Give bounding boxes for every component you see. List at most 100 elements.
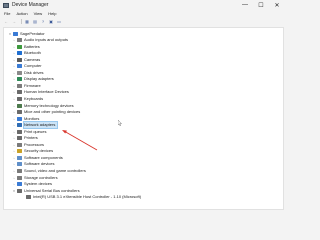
- chevron-right-icon[interactable]: ›: [12, 110, 16, 114]
- tree-item[interactable]: › Security devices: [12, 148, 53, 154]
- chevron-right-icon[interactable]: ›: [12, 77, 16, 81]
- tree-item-label: Keyboards: [24, 95, 44, 101]
- display-adapter-icon: [17, 77, 22, 82]
- chevron-down-icon[interactable]: ▾: [12, 189, 16, 193]
- chevron-right-icon[interactable]: ›: [12, 51, 16, 55]
- battery-icon: [17, 44, 22, 49]
- chevron-right-icon[interactable]: ›: [12, 156, 16, 160]
- chevron-right-icon[interactable]: ›: [12, 182, 16, 186]
- tree-item[interactable]: › Storage controllers: [12, 175, 58, 181]
- tree-item-label: Security devices: [24, 148, 54, 154]
- tree-item-label: Monitors: [24, 115, 40, 121]
- chevron-right-icon[interactable]: ›: [12, 117, 16, 121]
- chevron-right-icon[interactable]: ›: [12, 130, 16, 134]
- tree-item[interactable]: › Firmware: [12, 83, 41, 89]
- chevron-right-icon[interactable]: ›: [12, 149, 16, 153]
- properties-icon[interactable]: ▤: [32, 18, 38, 24]
- menu-help[interactable]: Help: [48, 11, 56, 16]
- tree-item[interactable]: Intel(R) USB 3.1 eXtensible Host Control…: [21, 194, 141, 200]
- tree-item-label: Computer: [24, 63, 42, 69]
- window-title: Device Manager: [12, 2, 49, 8]
- tree-item-label: Software devices: [24, 161, 55, 167]
- tree-item[interactable]: › Memory technology devices: [12, 103, 74, 109]
- chevron-right-icon[interactable]: ›: [12, 90, 16, 94]
- chevron-right-icon[interactable]: ›: [12, 38, 16, 42]
- close-button[interactable]: ✕: [269, 0, 285, 10]
- tree-item-label: Software components: [24, 154, 63, 160]
- network-adapter-icon: [17, 123, 22, 128]
- tree-item-label: Intel(R) USB 3.1 eXtensible Host Control…: [33, 194, 142, 200]
- tree-item[interactable]: › Display adapters: [12, 76, 54, 82]
- tree-item[interactable]: › System devices: [12, 181, 52, 187]
- computer-icon: [13, 31, 18, 36]
- tree-item[interactable]: › Batteries: [12, 44, 40, 50]
- tree-item-label: Sound, video and game controllers: [24, 168, 86, 173]
- help-icon[interactable]: ?: [40, 18, 46, 24]
- storage-icon: [17, 175, 22, 180]
- tree-item[interactable]: › Software devices: [12, 161, 54, 167]
- maximize-button[interactable]: ☐: [253, 0, 269, 10]
- tree-item[interactable]: ▾ Universal Serial Bus controllers: [12, 188, 80, 194]
- scan-icon[interactable]: ▣: [48, 18, 54, 24]
- mouse-icon: [17, 110, 22, 115]
- chevron-right-icon[interactable]: ›: [12, 143, 16, 147]
- tree-item-label: Processors: [24, 141, 45, 147]
- tree-item-label: Printers: [24, 135, 38, 141]
- tree-item-label: Mice and other pointing devices: [24, 109, 81, 115]
- tree-item-label: Bluetooth: [24, 50, 41, 56]
- chevron-right-icon[interactable]: ›: [12, 71, 16, 75]
- tree-item[interactable]: › Disk drives: [12, 70, 44, 76]
- chevron-right-icon[interactable]: ›: [12, 162, 16, 166]
- chevron-right-icon[interactable]: ›: [12, 84, 16, 88]
- device-manager-icon: [3, 2, 9, 8]
- tree-item[interactable]: › Keyboards: [12, 96, 43, 102]
- usb-icon: [26, 195, 31, 200]
- back-icon[interactable]: ←: [3, 18, 9, 24]
- tree-item[interactable]: › Network adapters: [12, 121, 59, 130]
- tree-item-label: System devices: [24, 181, 53, 187]
- tree-item[interactable]: › Print queues: [12, 129, 46, 135]
- tree-item[interactable]: › Processors: [12, 142, 44, 148]
- tree-view-icon[interactable]: ▦: [24, 18, 30, 24]
- menu-file[interactable]: File: [4, 11, 10, 16]
- security-icon: [17, 149, 22, 154]
- chevron-right-icon[interactable]: ›: [12, 123, 16, 127]
- mouse-cursor-icon: [118, 120, 122, 126]
- forward-icon[interactable]: →: [11, 18, 17, 24]
- chevron-right-icon[interactable]: ›: [12, 176, 16, 180]
- chevron-down-icon[interactable]: ▾: [8, 32, 12, 36]
- title-bar: Device Manager — ☐ ✕: [0, 0, 287, 10]
- tree-item[interactable]: › Software components: [12, 155, 63, 161]
- chevron-right-icon[interactable]: ›: [12, 45, 16, 49]
- chevron-right-icon[interactable]: ›: [12, 58, 16, 62]
- keyboard-icon: [17, 96, 22, 101]
- toolbar: ← → ▦ ▤ ? ▣ ▭: [0, 17, 287, 25]
- tree-item[interactable]: › Bluetooth: [12, 50, 41, 56]
- memory-icon: [17, 103, 22, 108]
- chevron-right-icon[interactable]: ›: [12, 169, 16, 173]
- tree-item[interactable]: › Cameras: [12, 57, 40, 63]
- system-icon: [17, 182, 22, 187]
- tree-root[interactable]: ▾ SagePredator: [8, 31, 45, 36]
- software-icon: [17, 155, 22, 160]
- chevron-right-icon[interactable]: ›: [12, 64, 16, 68]
- chevron-right-icon[interactable]: ›: [12, 97, 16, 101]
- chevron-right-icon[interactable]: ›: [12, 136, 16, 140]
- firmware-icon: [17, 83, 22, 88]
- tree-item[interactable]: › Computer: [12, 63, 42, 69]
- tree-item[interactable]: › Audio inputs and outputs: [12, 37, 68, 43]
- chevron-right-icon[interactable]: ›: [12, 104, 16, 108]
- tree-item-label: Human Interface Devices: [24, 89, 69, 95]
- device-tree[interactable]: ▾ SagePredator › Audio inputs and outputs…: [3, 27, 284, 210]
- minimize-button[interactable]: —: [237, 0, 253, 10]
- menu-action[interactable]: Action: [16, 11, 27, 16]
- speaker-icon: [17, 38, 22, 42]
- monitor-icon[interactable]: ▭: [56, 18, 62, 24]
- tree-item-label: Cameras: [24, 56, 41, 62]
- tree-item[interactable]: › Printers: [12, 135, 38, 141]
- menu-view[interactable]: View: [34, 11, 43, 16]
- tree-item[interactable]: › Mice and other pointing devices: [12, 109, 80, 115]
- tree-item[interactable]: › Monitors: [12, 116, 39, 122]
- tree-item[interactable]: › Sound, video and game controllers: [12, 168, 86, 174]
- tree-item[interactable]: › Human Interface Devices: [12, 89, 69, 95]
